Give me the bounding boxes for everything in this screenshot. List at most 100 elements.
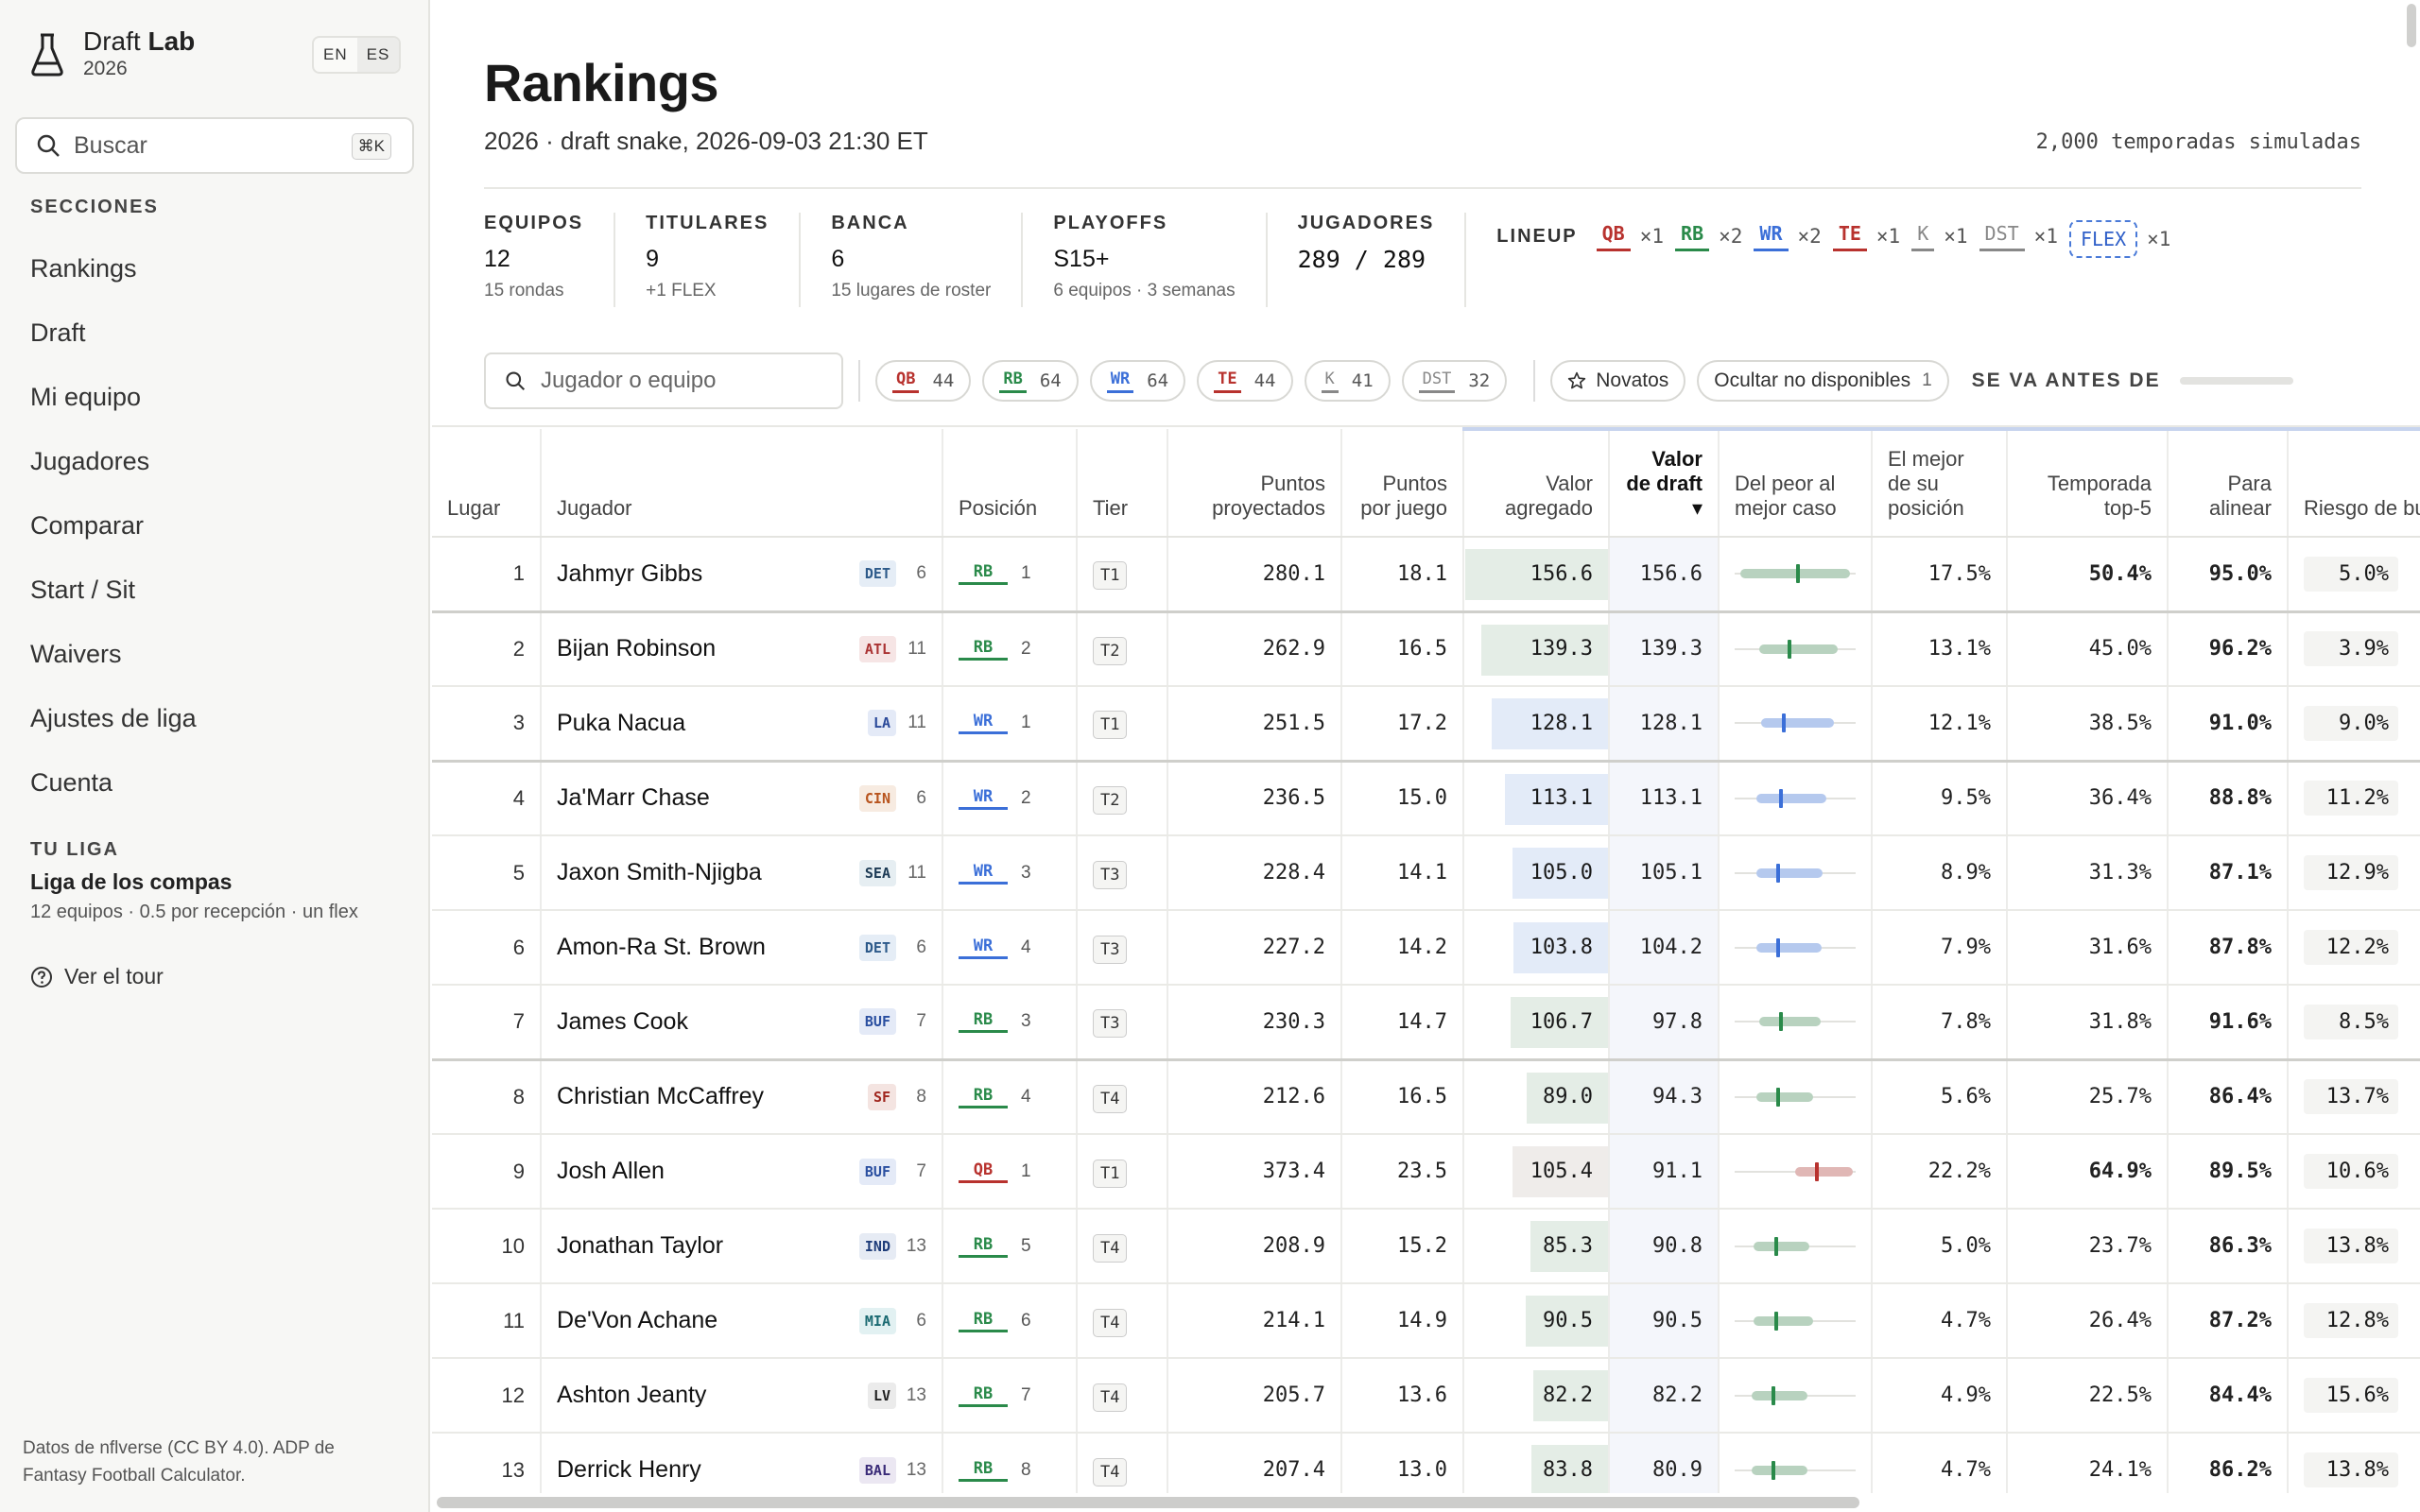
outcome-range-bar	[1735, 937, 1856, 957]
col-tier[interactable]: Tier	[1077, 429, 1168, 538]
simulations-count: 2,000 temporadas simuladas	[2035, 130, 2361, 154]
team-info: IND 13	[858, 1232, 926, 1260]
col-draft-value[interactable]: Valor de draft ▾	[1609, 427, 1720, 538]
table-row[interactable]: 7 James Cook BUF 7 RB 3 T3 230.3 14.7 106.7 97.8 7.…	[432, 985, 2420, 1061]
hide-unavailable-toggle[interactable]: Ocultar no disponibles 1	[1697, 360, 1949, 402]
rookies-toggle[interactable]: Novatos	[1550, 360, 1686, 402]
player-name[interactable]: Puka Nacua	[557, 710, 685, 736]
table-row[interactable]: 4 Ja'Marr Chase CIN 6 WR 2 T2 236.5 15.0 113.1 113…	[432, 761, 2420, 836]
table-row[interactable]: 12 Ashton Jeanty LV 13 RB 7 T4 205.7 13.6 82.2 82.…	[432, 1358, 2420, 1434]
col-rank[interactable]: Lugar	[432, 429, 542, 538]
filter-chip-qb[interactable]: QB 44	[875, 360, 972, 402]
filter-chip-k[interactable]: K 41	[1304, 360, 1391, 402]
col-outcome-range[interactable]: Del peor al mejor caso	[1719, 427, 1873, 538]
player-name[interactable]: Amon-Ra St. Brown	[557, 934, 766, 960]
col-projected-points[interactable]: Puntos proyectados	[1167, 429, 1342, 538]
sidebar-item-players[interactable]: Jugadores	[0, 429, 430, 493]
player-search[interactable]	[484, 352, 843, 409]
brand[interactable]: Draft Lab 2026	[28, 26, 195, 81]
sidebar-item-league-settings[interactable]: Ajustes de liga	[0, 686, 430, 750]
sidebar-item-account[interactable]: Cuenta	[0, 750, 430, 815]
sidebar-search-input[interactable]	[74, 131, 338, 160]
player-cell[interactable]: Jahmyr Gibbs DET 6	[541, 537, 943, 613]
player-cell[interactable]: Jaxon Smith-Njigba SEA 11	[541, 835, 943, 911]
projected-points-cell: 251.5	[1167, 686, 1342, 763]
player-cell[interactable]: Christian McCaffrey SF 8	[541, 1059, 943, 1135]
col-player[interactable]: Jugador	[541, 429, 943, 538]
league-name[interactable]: Liga de los compas	[30, 869, 232, 895]
range-median	[1815, 1161, 1820, 1181]
table-row[interactable]: 11 De'Von Achane MIA 6 RB 6 T4 214.1 14.9 90.5 90.…	[432, 1283, 2420, 1359]
horizontal-scrollbar[interactable]	[437, 1497, 1859, 1508]
player-name[interactable]: Jahmyr Gibbs	[557, 560, 702, 587]
tour-link[interactable]: Ver el tour	[30, 964, 164, 989]
player-cell[interactable]: Bijan Robinson ATL 11	[541, 611, 943, 687]
sidebar-item-my-team[interactable]: Mi equipo	[0, 365, 430, 429]
sidebar-item-waivers[interactable]: Waivers	[0, 622, 430, 686]
player-name[interactable]: James Cook	[557, 1008, 688, 1035]
player-name[interactable]: Ja'Marr Chase	[557, 784, 710, 811]
lang-es-button[interactable]: ES	[356, 38, 400, 72]
filter-chip-te[interactable]: TE 44	[1197, 360, 1293, 402]
table-row[interactable]: 5 Jaxon Smith-Njigba SEA 11 WR 3 T3 228.4 14.1 10…	[432, 835, 2420, 911]
sidebar-search[interactable]: ⌘K	[15, 117, 414, 174]
player-cell[interactable]: Jonathan Taylor IND 13	[541, 1209, 943, 1284]
col-position[interactable]: Posición	[942, 429, 1078, 538]
col-bust-risk[interactable]: Riesgo de bust	[2288, 427, 2420, 538]
filter-chip-wr[interactable]: WR 64	[1089, 360, 1186, 402]
col-start-rate[interactable]: Para alinear	[2168, 427, 2289, 538]
tier-badge: T3	[1093, 1009, 1128, 1039]
table-row[interactable]: 13 Derrick Henry BAL 13 RB 8 T4 207.4 13.0 83.8 80…	[432, 1433, 2420, 1493]
stat-label: TITULARES	[646, 213, 769, 233]
sidebar-item-compare[interactable]: Comparar	[0, 493, 430, 558]
player-name[interactable]: Josh Allen	[557, 1158, 665, 1184]
col-top5-season[interactable]: Temporada top-5	[2007, 427, 2169, 538]
sidebar-item-start-sit[interactable]: Start / Sit	[0, 558, 430, 622]
sidebar-item-draft[interactable]: Draft	[0, 301, 430, 365]
table-row[interactable]: 10 Jonathan Taylor IND 13 RB 5 T4 208.9 15.2 85.3…	[432, 1209, 2420, 1284]
lineup-slot-count: ×1	[1876, 224, 1901, 248]
player-cell[interactable]: Puka Nacua LA 11	[541, 686, 943, 763]
player-name[interactable]: Jonathan Taylor	[557, 1232, 723, 1259]
col-value-added[interactable]: Valor agregado	[1463, 427, 1610, 538]
player-cell[interactable]: Josh Allen BUF 7	[541, 1134, 943, 1210]
table-row[interactable]: 8 Christian McCaffrey SF 8 RB 4 T4 212.6 16.5 89.…	[432, 1059, 2420, 1135]
player-name[interactable]: Jaxon Smith-Njigba	[557, 859, 762, 885]
player-cell[interactable]: Derrick Henry BAL 13	[541, 1433, 943, 1493]
table-row[interactable]: 3 Puka Nacua LA 11 WR 1 T1 251.5 17.2 128.1 128.1 1…	[432, 686, 2420, 763]
projected-points-cell: 214.1	[1167, 1283, 1342, 1359]
lang-en-button[interactable]: EN	[314, 38, 357, 72]
sidebar-item-rankings[interactable]: Rankings	[0, 236, 430, 301]
player-cell[interactable]: James Cook BUF 7	[541, 985, 943, 1061]
table-row[interactable]: 2 Bijan Robinson ATL 11 RB 2 T2 262.9 16.5 139.3 1…	[432, 611, 2420, 687]
table-row[interactable]: 6 Amon-Ra St. Brown DET 6 WR 4 T3 227.2 14.2 103.…	[432, 910, 2420, 986]
player-name[interactable]: Ashton Jeanty	[557, 1382, 706, 1408]
lineup-slot-count: ×1	[1944, 224, 1968, 248]
player-name[interactable]: Christian McCaffrey	[557, 1083, 764, 1109]
bust-risk-value: 3.9%	[2304, 631, 2398, 667]
table-row[interactable]: 9 Josh Allen BUF 7 QB 1 T1 373.4 23.5 105.4 91.1 22…	[432, 1134, 2420, 1210]
player-search-input[interactable]	[541, 368, 824, 394]
table-row[interactable]: 1 Jahmyr Gibbs DET 6 RB 1 T1 280.1 18.1 156.6 156.…	[432, 537, 2420, 613]
bye-week: 7	[916, 1160, 926, 1181]
filter-chip-rb[interactable]: RB 64	[982, 360, 1079, 402]
player-cell[interactable]: Ja'Marr Chase CIN 6	[541, 761, 943, 836]
vertical-scrollbar[interactable]	[2407, 4, 2416, 47]
outcome-range-cell	[1719, 611, 1873, 687]
player-cell[interactable]: Ashton Jeanty LV 13	[541, 1358, 943, 1434]
player-cell[interactable]: De'Von Achane MIA 6	[541, 1283, 943, 1359]
rankings-table-container[interactable]: Lugar Jugador Posición Tier Puntos proye…	[432, 425, 2420, 1493]
player-name[interactable]: Bijan Robinson	[557, 635, 716, 662]
col-points-per-game[interactable]: Puntos por juego	[1341, 429, 1464, 538]
player-name[interactable]: De'Von Achane	[557, 1307, 717, 1333]
position-rank: 4	[1021, 936, 1031, 957]
lineup-slot-rb: RB ×2	[1675, 220, 1742, 251]
player-name[interactable]: Derrick Henry	[557, 1456, 701, 1483]
player-cell[interactable]: Amon-Ra St. Brown DET 6	[541, 910, 943, 986]
points-per-game-cell: 14.2	[1341, 910, 1464, 986]
position-info: QB 1	[959, 1160, 1061, 1183]
range-median	[1773, 1311, 1778, 1331]
col-best-at-position[interactable]: El mejor de su posición	[1872, 427, 2008, 538]
goes-before-slider[interactable]	[2179, 377, 2293, 385]
filter-chip-dst[interactable]: DST 32	[1401, 360, 1508, 402]
